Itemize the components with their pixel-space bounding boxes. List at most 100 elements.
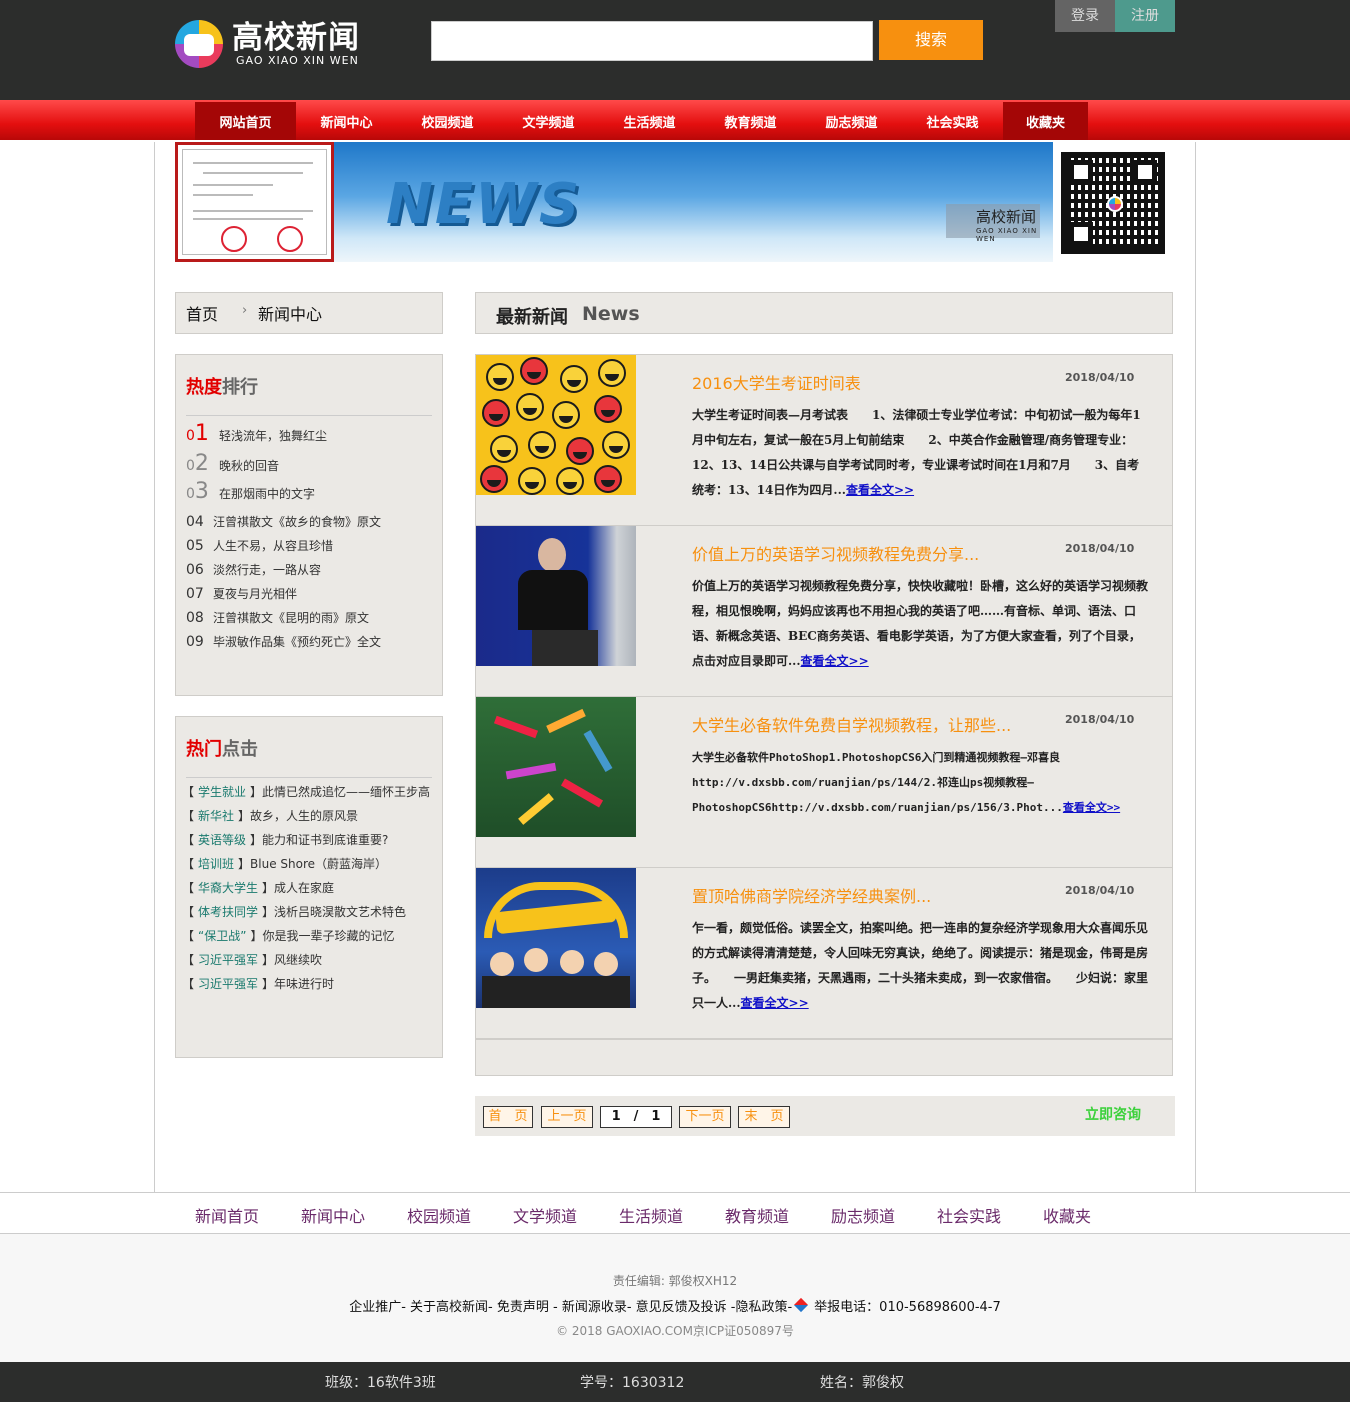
hot-click-tag[interactable]: 体考扶同学 (198, 905, 258, 919)
hot-click-item[interactable]: 【体考扶同学 】浅析吕晓淏散文艺术特色 (182, 903, 406, 920)
hot-click-tag[interactable]: “保卫战” (198, 929, 246, 943)
rank-item-title[interactable]: 淡然行走，一路从容 (213, 563, 321, 577)
hot-click-item[interactable]: 【“保卫战” 】你是我一辈子珍藏的记忆 (182, 927, 394, 944)
news-thumbnail[interactable] (476, 868, 636, 1008)
logo-icon[interactable] (175, 20, 223, 68)
hot-click-title[interactable]: 能力和证书到底谁重要? (262, 833, 388, 847)
news-date: 2018/04/10 (1065, 542, 1135, 555)
nav-news-center[interactable]: 新闻中心 (296, 102, 397, 140)
nav-home[interactable]: 网站首页 (195, 102, 296, 140)
hot-click-tag[interactable]: 学生就业 (198, 785, 246, 799)
news-item[interactable]: 价值上万的英语学习视频教程免费分享... 2018/04/10 价值上万的英语学… (476, 526, 1172, 697)
footer-nav-education[interactable]: 教育频道 (725, 1203, 789, 1227)
footer-links-text[interactable]: 企业推广- 关于高校新闻- 免责声明 - 新闻源收录- 意见反馈及投诉 -隐私政… (349, 1300, 792, 1315)
breadcrumb-current[interactable]: 新闻中心 (258, 301, 322, 325)
hot-click-item[interactable]: 【英语等级 】能力和证书到底谁重要? (182, 831, 388, 848)
nav-inspiration[interactable]: 励志频道 (801, 102, 902, 140)
hot-click-tag[interactable]: 习近平强军 (198, 953, 258, 967)
read-more-link[interactable]: 查看全文>> (801, 654, 869, 668)
register-button[interactable]: 注册 (1115, 0, 1175, 32)
next-page-button[interactable]: 下一页 (679, 1106, 731, 1128)
footer-nav-news-center[interactable]: 新闻中心 (301, 1203, 365, 1227)
hot-click-tag[interactable]: 新华社 (198, 809, 234, 823)
hot-click-tag[interactable]: 英语等级 (198, 833, 246, 847)
rank-item[interactable]: 05 人生不易，从容且珍惜 (186, 537, 333, 561)
hot-click-item[interactable]: 【新华社 】故乡，人生的原风景 (182, 807, 358, 824)
qr-code-icon (1061, 152, 1165, 254)
nav-life[interactable]: 生活频道 (599, 102, 700, 140)
rank-item[interactable]: 02 晚秋的回音 (186, 451, 279, 476)
hot-click-item[interactable]: 【培训班 】Blue Shore（蔚蓝海岸） (182, 855, 387, 872)
news-title[interactable]: 置顶哈佛商学院经济学经典案例... (692, 883, 931, 907)
search-button[interactable]: 搜索 (879, 20, 983, 60)
nav-literature[interactable]: 文学频道 (498, 102, 599, 140)
nav-favorites[interactable]: 收藏夹 (1003, 102, 1088, 140)
hot-click-tag[interactable]: 培训班 (198, 857, 234, 871)
hot-click-title[interactable]: Blue Shore（蔚蓝海岸） (250, 857, 387, 871)
hot-click-item[interactable]: 【习近平强军 】年味进行时 (182, 975, 334, 992)
rank-item-title[interactable]: 毕淑敏作品集《预约死亡》全文 (213, 635, 381, 649)
rank-item[interactable]: 07 夏夜与月光相伴 (186, 585, 297, 609)
nav-campus[interactable]: 校园频道 (397, 102, 498, 140)
nav-social-practice[interactable]: 社会实践 (902, 102, 1003, 140)
consult-link[interactable]: 立即咨询 (1085, 1104, 1141, 1124)
rank-item[interactable]: 03 在那烟雨中的文字 (186, 479, 315, 504)
news-title[interactable]: 价值上万的英语学习视频教程免费分享... (692, 541, 979, 565)
hot-click-title[interactable]: 风继续吹 (274, 953, 322, 967)
last-page-button[interactable]: 末 页 (738, 1106, 790, 1128)
news-item[interactable]: 2016大学生考证时间表 2018/04/10 大学生考证时间表—月考试表 1、… (476, 355, 1172, 526)
hot-click-title[interactable]: 你是我一辈子珍藏的记忆 (262, 929, 394, 943)
footer-nav-home[interactable]: 新闻首页 (195, 1203, 259, 1227)
class-label: 班级：16软件3班 (325, 1375, 436, 1391)
read-more-link[interactable]: 查看全文>> (741, 996, 809, 1010)
bracket: 【 (182, 929, 195, 943)
rank-item-title[interactable]: 汪曾祺散文《故乡的食物》原文 (213, 515, 381, 529)
first-page-button[interactable]: 首 页 (483, 1106, 533, 1128)
hot-click-title[interactable]: 浅析吕晓淏散文艺术特色 (274, 905, 406, 919)
rank-item-title[interactable]: 夏夜与月光相伴 (213, 587, 297, 601)
rank-item[interactable]: 06 淡然行走，一路从容 (186, 561, 321, 585)
certificate-image[interactable] (175, 142, 334, 262)
hot-click-item[interactable]: 【习近平强军 】风继续吹 (182, 951, 322, 968)
rank-item-title[interactable]: 轻浅流年，独舞红尘 (219, 429, 327, 443)
footer-nav-life[interactable]: 生活频道 (619, 1203, 683, 1227)
footer-nav-literature[interactable]: 文学频道 (513, 1203, 577, 1227)
rank-number: 01 (186, 421, 209, 446)
news-item[interactable]: 置顶哈佛商学院经济学经典案例... 2018/04/10 乍一看，颇觉低俗。读罢… (476, 868, 1172, 1039)
breadcrumb-home[interactable]: 首页 (186, 301, 218, 325)
prev-page-button[interactable]: 上一页 (541, 1106, 593, 1128)
news-title[interactable]: 大学生必备软件免费自学视频教程，让那些... (692, 712, 1011, 736)
footer-editor: 责任编辑: 郭俊权XH12 (612, 1274, 738, 1288)
hot-click-tag[interactable]: 习近平强军 (198, 977, 258, 991)
footer-nav-inspiration[interactable]: 励志频道 (831, 1203, 895, 1227)
rank-item-title[interactable]: 晚秋的回音 (219, 459, 279, 473)
rank-item-title[interactable]: 人生不易，从容且珍惜 (213, 539, 333, 553)
news-thumbnail[interactable] (476, 697, 636, 837)
footer-nav-social-practice[interactable]: 社会实践 (937, 1203, 1001, 1227)
news-thumbnail[interactable] (476, 526, 636, 666)
news-title[interactable]: 2016大学生考证时间表 (692, 370, 861, 394)
rank-item[interactable]: 08 汪曾祺散文《昆明的雨》原文 (186, 609, 369, 633)
search-input[interactable] (431, 21, 873, 61)
footer-nav-favorites[interactable]: 收藏夹 (1043, 1203, 1091, 1227)
rank-item[interactable]: 01 轻浅流年，独舞红尘 (186, 421, 327, 446)
rank-item-title[interactable]: 汪曾祺散文《昆明的雨》原文 (213, 611, 369, 625)
footer-nav-campus[interactable]: 校园频道 (407, 1203, 471, 1227)
news-item[interactable]: 大学生必备软件免费自学视频教程，让那些... 2018/04/10 大学生必备软… (476, 697, 1172, 868)
nav-education[interactable]: 教育频道 (700, 102, 801, 140)
hot-click-tag[interactable]: 华裔大学生 (198, 881, 258, 895)
rank-item[interactable]: 09 毕淑敏作品集《预约死亡》全文 (186, 633, 381, 657)
hot-click-item[interactable]: 【华裔大学生 】成人在家庭 (182, 879, 334, 896)
rank-item-title[interactable]: 在那烟雨中的文字 (219, 487, 315, 501)
hot-click-title[interactable]: 年味进行时 (274, 977, 334, 991)
rank-item[interactable]: 04 汪曾祺散文《故乡的食物》原文 (186, 513, 381, 537)
hot-click-title[interactable]: 故乡，人生的原风景 (250, 809, 358, 823)
hot-click-item[interactable]: 【学生就业 】此情已然成追忆——缅怀王步高 (182, 783, 430, 800)
login-button[interactable]: 登录 (1055, 0, 1115, 32)
news-thumbnail[interactable] (476, 355, 636, 495)
logo-title[interactable]: 高校新闻 (232, 12, 360, 57)
read-more-link[interactable]: 查看全文>> (1063, 801, 1120, 814)
hot-click-title[interactable]: 此情已然成追忆——缅怀王步高 (262, 785, 430, 799)
hot-click-title[interactable]: 成人在家庭 (274, 881, 334, 895)
read-more-link[interactable]: 查看全文>> (846, 483, 914, 497)
